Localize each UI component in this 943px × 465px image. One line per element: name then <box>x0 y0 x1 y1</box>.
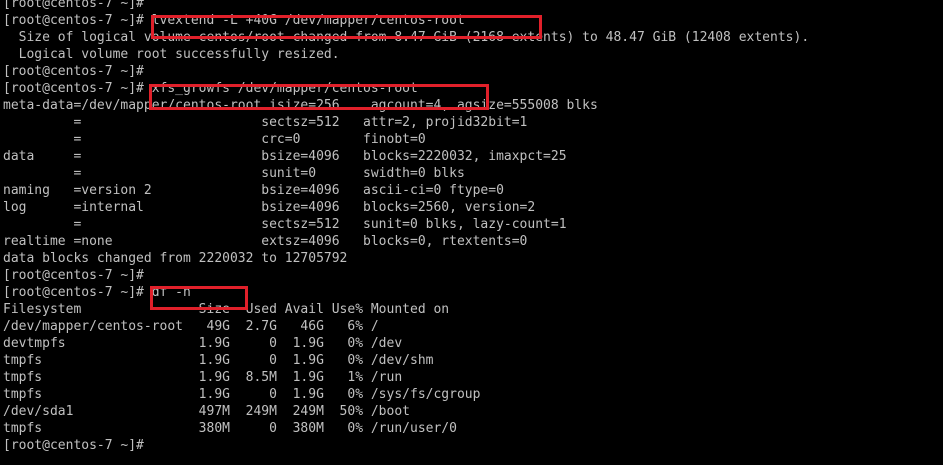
terminal-line-df-command: [root@centos-7 ~]# df -h <box>3 285 191 300</box>
terminal-line-output: log =internal bsize=4096 blocks=2560, ve… <box>3 200 536 215</box>
terminal-line-df-row: tmpfs 1.9G 8.5M 1.9G 1% /run <box>3 370 403 385</box>
terminal-line-df-row: tmpfs 1.9G 0 1.9G 0% /sys/fs/cgroup <box>3 387 481 402</box>
terminal-line-output: = sectsz=512 attr=2, projid32bit=1 <box>3 115 528 130</box>
terminal-line-output: = sectsz=512 sunit=0 blks, lazy-count=1 <box>3 217 567 232</box>
terminal-line-active-prompt[interactable]: [root@centos-7 ~]# <box>3 437 152 454</box>
terminal-line-output: data = bsize=4096 blocks=2220032, imaxpc… <box>3 149 567 164</box>
terminal-line-output: Size of logical volume centos/root chang… <box>3 30 810 45</box>
terminal-line-prompt: [root@centos-7 ~]# <box>3 64 144 79</box>
terminal-line-df-row: /dev/mapper/centos-root 49G 2.7G 46G 6% … <box>3 319 379 334</box>
terminal-window[interactable]: [root@centos-7 ~]# [root@centos-7 ~]# lv… <box>0 0 943 465</box>
terminal-line-output: data blocks changed from 2220032 to 1270… <box>3 251 348 266</box>
terminal-line-output: Logical volume root successfully resized… <box>3 47 340 62</box>
terminal-line-output: realtime =none extsz=4096 blocks=0, rtex… <box>3 234 528 249</box>
terminal-line-df-row: /dev/sda1 497M 249M 249M 50% /boot <box>3 404 410 419</box>
terminal-line-lvextend-command: [root@centos-7 ~]# lvextend -L +40G /dev… <box>3 13 465 28</box>
terminal-line-prompt: [root@centos-7 ~]# <box>3 0 144 11</box>
terminal-line-df-row: devtmpfs 1.9G 0 1.9G 0% /dev <box>3 336 403 351</box>
terminal-line-df-row: tmpfs 1.9G 0 1.9G 0% /dev/shm <box>3 353 434 368</box>
terminal-line-prompt: [root@centos-7 ~]# <box>3 268 144 283</box>
terminal-line-output: meta-data=/dev/mapper/centos-root isize=… <box>3 98 598 113</box>
terminal-line-output: = sunit=0 swidth=0 blks <box>3 166 465 181</box>
terminal-line-output: = crc=0 finobt=0 <box>3 132 426 147</box>
terminal-line-df-row: tmpfs 380M 0 380M 0% /run/user/0 <box>3 421 457 436</box>
terminal-line-output: naming =version 2 bsize=4096 ascii-ci=0 … <box>3 183 504 198</box>
terminal-line-xfs-growfs-command: [root@centos-7 ~]# xfs_growfs /dev/mappe… <box>3 81 418 96</box>
terminal-line-df-header: Filesystem Size Used Avail Use% Mounted … <box>3 302 450 317</box>
